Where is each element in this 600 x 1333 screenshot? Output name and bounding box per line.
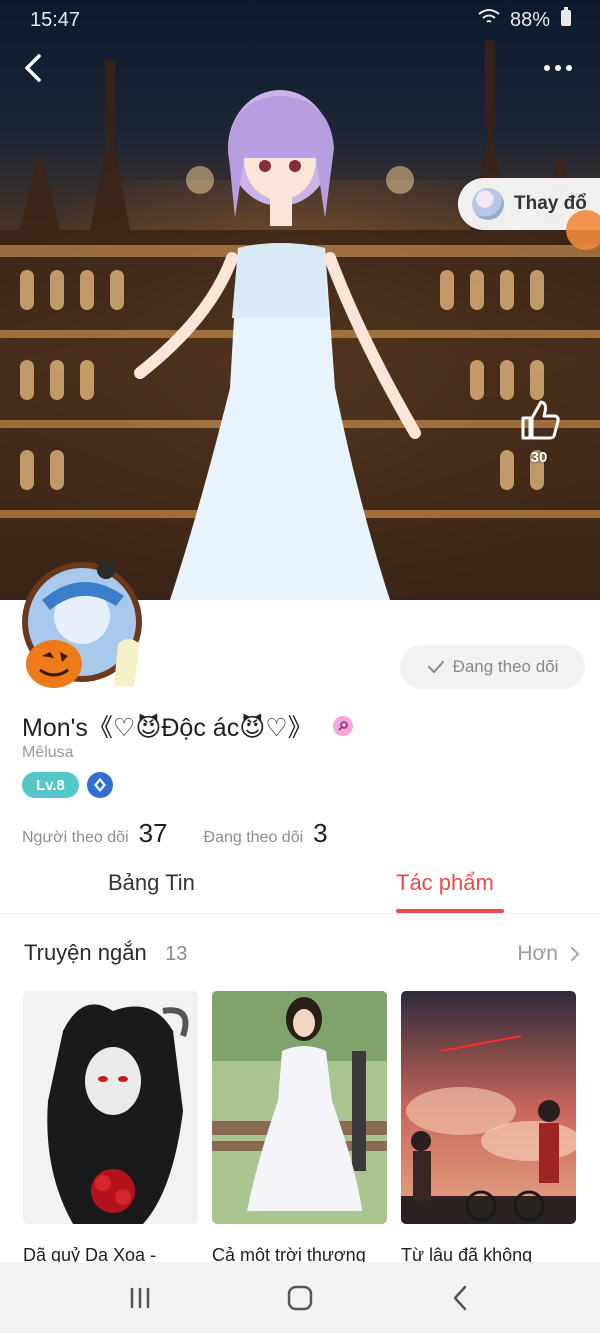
battery-icon bbox=[560, 7, 572, 33]
status-time: 15:47 bbox=[30, 8, 81, 31]
thumbs-up-icon bbox=[521, 400, 560, 440]
section-title: Truyện ngắn bbox=[24, 940, 147, 965]
check-icon bbox=[427, 661, 444, 673]
tab-works[interactable]: Tác phẩm bbox=[396, 870, 494, 896]
more-icon bbox=[544, 65, 550, 71]
more-stories-link[interactable]: Hơn bbox=[517, 942, 580, 966]
gem-icon[interactable] bbox=[86, 772, 113, 798]
story-cover-image bbox=[23, 991, 198, 1224]
system-nav-bar bbox=[0, 1262, 600, 1333]
profile-name: Mon's《♡😈Độc ác😈♡》 bbox=[22, 714, 313, 742]
home-button[interactable] bbox=[270, 1268, 330, 1328]
profile-subname: Mêlusa bbox=[22, 744, 74, 761]
followers-count[interactable]: 37 bbox=[139, 818, 168, 849]
story-list: Dã quỷ Dạ Xoa - Cả một trời thương Từ lâ… bbox=[23, 991, 583, 1265]
story-cover-image bbox=[401, 991, 581, 1224]
back-icon bbox=[25, 54, 41, 82]
like-button[interactable]: 30 bbox=[508, 398, 570, 466]
camera-icon[interactable] bbox=[566, 210, 600, 250]
level-row: Lv.8 bbox=[22, 772, 113, 798]
search-badge-icon[interactable] bbox=[332, 716, 353, 736]
wifi-icon bbox=[478, 8, 500, 32]
more-options-button[interactable] bbox=[538, 54, 578, 82]
outfit-thumbnail bbox=[472, 188, 504, 220]
chevron-right-icon bbox=[571, 947, 580, 961]
followers-label[interactable]: Người theo dõi bbox=[22, 829, 129, 847]
status-battery: 88% bbox=[509, 8, 550, 31]
character-illustration bbox=[134, 90, 421, 600]
following-count[interactable]: 3 bbox=[313, 818, 327, 849]
story-cover-image bbox=[212, 991, 387, 1224]
section-count: 13 bbox=[165, 943, 188, 965]
story-card[interactable]: Cả một trời thương bbox=[212, 991, 387, 1269]
profile-name-row: Mon's《♡😈Độc ác😈♡》 bbox=[22, 708, 353, 744]
tab-news-feed[interactable]: Bảng Tin bbox=[108, 870, 195, 896]
profile-tabs: Bảng Tin Tác phẩm bbox=[0, 862, 600, 914]
nav-back-icon bbox=[453, 1285, 467, 1310]
profile-cover: 15:47 88% Thay đổ 30 bbox=[0, 0, 600, 600]
following-label[interactable]: Đang theo dõi bbox=[204, 829, 304, 847]
short-stories-header: Truyện ngắn 13 Hơn bbox=[24, 940, 580, 966]
like-count: 30 bbox=[530, 449, 548, 466]
recents-icon bbox=[130, 1287, 150, 1308]
level-badge[interactable]: Lv.8 bbox=[22, 772, 79, 798]
profile-stats: Người theo dõi 37 Đang theo dõi 3 bbox=[22, 818, 364, 849]
back-button[interactable] bbox=[18, 50, 48, 86]
recents-button[interactable] bbox=[110, 1268, 170, 1328]
following-button[interactable]: Đang theo dõi bbox=[400, 645, 585, 689]
active-tab-indicator bbox=[396, 909, 504, 913]
avatar[interactable] bbox=[12, 556, 162, 694]
story-card[interactable]: Từ lâu đã không bbox=[401, 991, 581, 1269]
following-button-label: Đang theo dõi bbox=[452, 657, 559, 676]
status-bar: 15:47 88% bbox=[0, 0, 600, 40]
system-back-button[interactable] bbox=[430, 1268, 490, 1328]
more-label: Hơn bbox=[517, 942, 558, 965]
story-card[interactable]: Dã quỷ Dạ Xoa - bbox=[23, 991, 198, 1269]
home-icon bbox=[287, 1285, 313, 1310]
